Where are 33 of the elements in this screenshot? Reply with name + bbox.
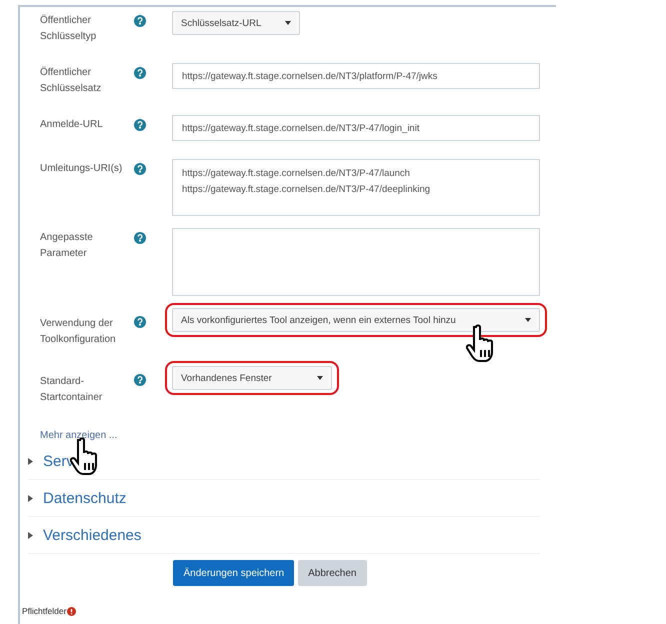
field-label: Verwendung der Toolkonfiguration <box>40 317 117 347</box>
required-note: Pflichtfelder <box>22 606 66 616</box>
help-icon[interactable] <box>134 67 146 79</box>
field-label: Öffentlicher Schlüsselsatz <box>40 66 102 96</box>
dropdown[interactable]: Schlüsselsatz-URL <box>172 11 300 35</box>
field-label: Anmelde-URL <box>40 118 104 132</box>
caret-right-icon[interactable] <box>28 532 33 538</box>
cancel-button[interactable]: Abbrechen <box>298 560 366 586</box>
help-icon[interactable] <box>134 15 146 27</box>
help-icon[interactable] <box>134 163 146 175</box>
save-button[interactable]: Änderungen speichern <box>173 560 294 586</box>
field-label: Standard-Startcontainer <box>40 375 104 405</box>
help-icon[interactable] <box>134 232 146 244</box>
help-icon[interactable] <box>134 374 146 386</box>
field-label: Umleitungs-URI(s) <box>40 162 124 176</box>
input-field[interactable]: https://gateway.ft.stage.cornelsen.de/NT3/platform/P-47/jwks <box>172 63 540 89</box>
show-more-link[interactable]: Mehr anzeigen ... <box>40 430 118 441</box>
input-field[interactable]: https://gateway.ft.stage.cornelsen.de/NT3/P-47/login_init <box>172 115 540 141</box>
section-title[interactable]: Verschiedenes <box>43 526 142 544</box>
field-label: Angepasste Parameter <box>40 231 94 261</box>
caret-icon <box>285 20 291 26</box>
field-label: Öffentlicher Schlüsseltyp <box>40 14 98 44</box>
help-icon[interactable] <box>134 316 146 328</box>
dropdown[interactable]: Als vorkonfiguriertes Tool anzeigen, wenn ein externes Tool hinzu <box>172 308 540 332</box>
text-area[interactable]: https://gateway.ft.stage.cornelsen.de/NT3/P-47/launch https://gateway.ft.stage.cornelsen.de/NT3/P-47/deeplinking <box>172 159 540 216</box>
dropdown[interactable]: Vorhandenes Fenster <box>172 366 332 390</box>
caret-icon <box>317 375 323 381</box>
section-title[interactable]: Datenschutz <box>43 490 126 506</box>
caret-icon <box>525 317 531 323</box>
caret-right-icon[interactable] <box>28 458 33 464</box>
help-icon[interactable] <box>134 119 146 131</box>
caret-right-icon[interactable] <box>28 494 33 502</box>
required-icon <box>67 606 76 616</box>
